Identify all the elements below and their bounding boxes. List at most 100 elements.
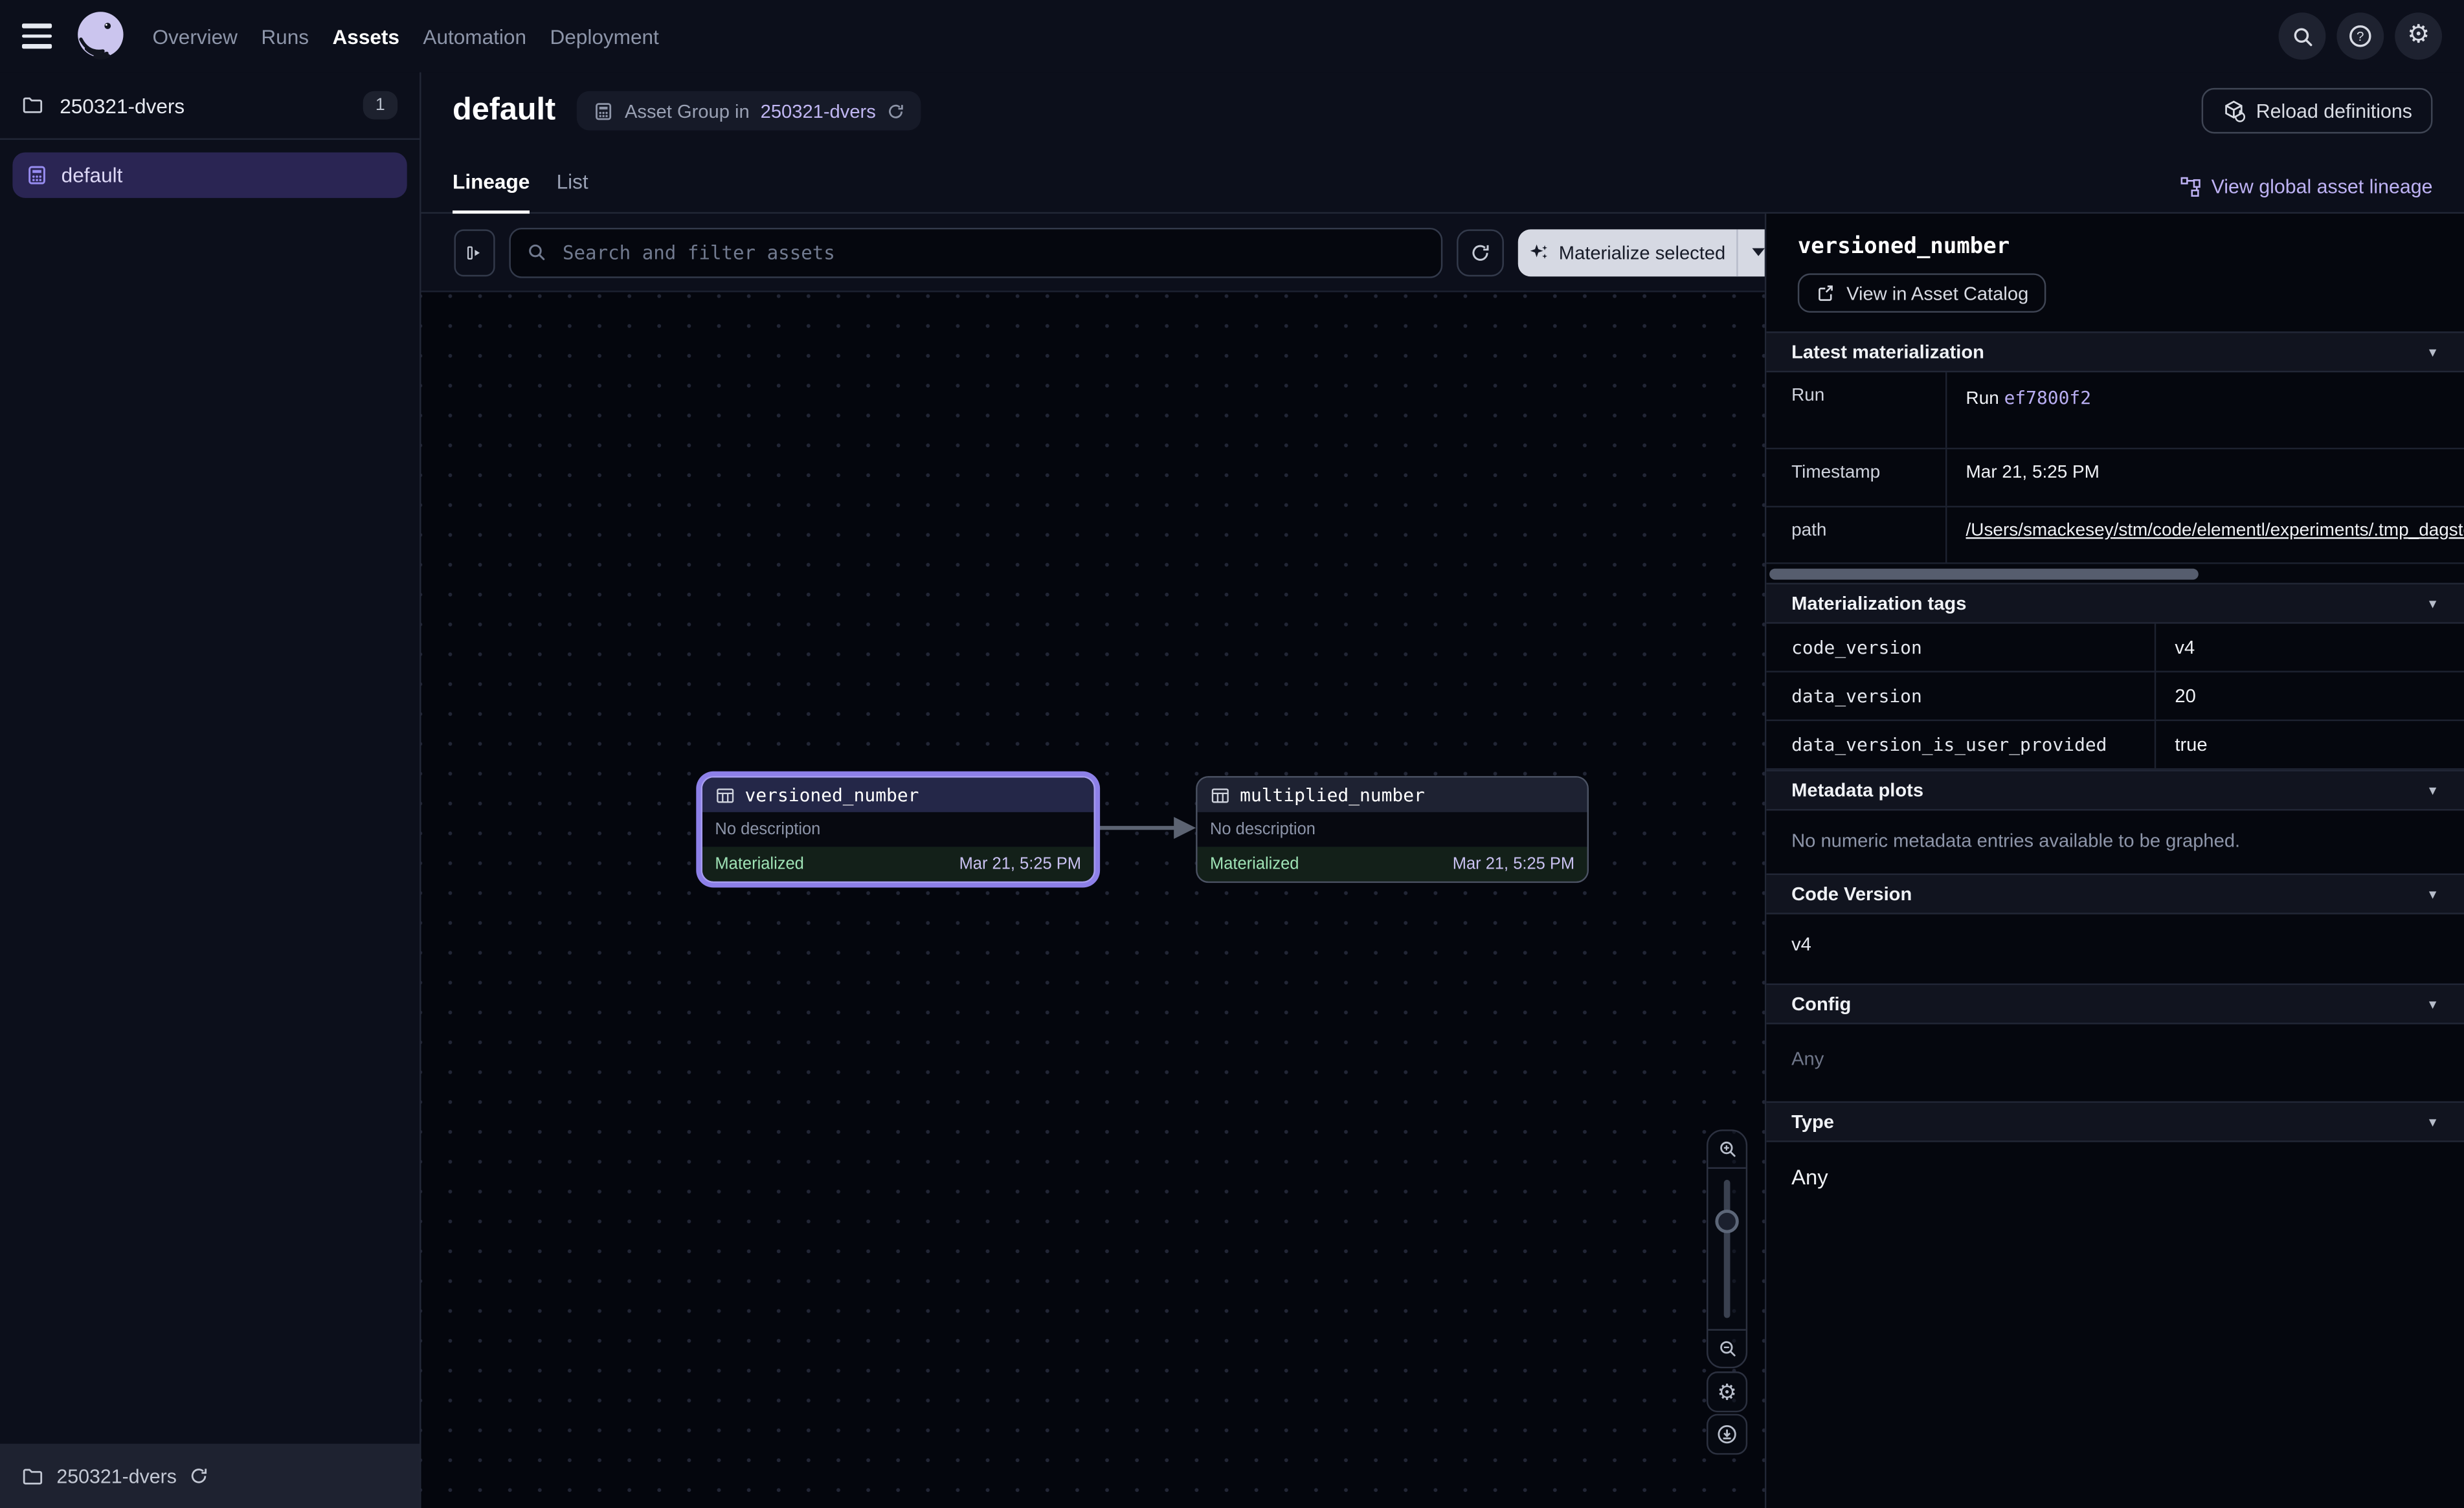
asset-node-name: multiplied_number bbox=[1240, 784, 1425, 806]
sidebar-repo-row[interactable]: 250321-dvers 1 bbox=[0, 72, 420, 140]
panel-expand-icon bbox=[465, 241, 484, 263]
materialization-timestamp: Mar 21, 5:25 PM bbox=[959, 854, 1081, 873]
section-materialization-tags[interactable]: Materialization tags ▼ bbox=[1766, 583, 2464, 624]
asset-groups-sidebar: 250321-dvers 1 default bbox=[0, 72, 421, 1508]
materialized-status-badge: Materialized bbox=[1210, 854, 1299, 873]
search-button[interactable] bbox=[2279, 12, 2326, 60]
materialize-selected-button[interactable]: Materialize selected bbox=[1518, 228, 1779, 276]
zoom-slider-track[interactable] bbox=[1724, 1180, 1730, 1318]
row-value: Run ef7800f2 bbox=[1947, 372, 2464, 448]
table-row: data_version_is_user_provided true bbox=[1766, 721, 2464, 770]
main-nav-links: Overview Runs Assets Automation Deployme… bbox=[152, 25, 658, 48]
zoom-in-button[interactable] bbox=[1708, 1131, 1745, 1168]
nav-item-assets[interactable]: Assets bbox=[332, 25, 399, 48]
materialize-selected-label: Materialize selected bbox=[1559, 241, 1725, 263]
chevron-down-icon[interactable]: ▼ bbox=[2426, 887, 2439, 901]
gear-icon: ⚙ bbox=[2407, 23, 2430, 49]
lineage-edge-arrow bbox=[1092, 812, 1198, 844]
tab-lineage[interactable]: Lineage bbox=[453, 170, 530, 214]
tag-value: v4 bbox=[2156, 624, 2195, 671]
search-icon bbox=[526, 242, 547, 263]
settings-button[interactable]: ⚙ bbox=[2395, 12, 2442, 60]
zoom-controls bbox=[1707, 1129, 1747, 1368]
lineage-canvas-column: Materialize selected bbox=[421, 214, 1765, 1508]
view-global-asset-lineage-label: View global asset lineage bbox=[2212, 176, 2433, 198]
table-row: path /Users/smackesey/stm/code/elementl/… bbox=[1766, 507, 2464, 564]
nav-right-actions: ? ⚙ bbox=[2279, 12, 2442, 60]
top-nav: Overview Runs Assets Automation Deployme… bbox=[0, 0, 2464, 72]
chevron-down-icon[interactable]: ▼ bbox=[2426, 1114, 2439, 1129]
asset-group-badge: Asset Group in 250321-dvers bbox=[576, 91, 921, 131]
section-latest-materialization[interactable]: Latest materialization ▼ bbox=[1766, 331, 2464, 372]
section-metadata-plots[interactable]: Metadata plots ▼ bbox=[1766, 770, 2464, 810]
sidebar-footer-repo[interactable]: 250321-dvers bbox=[0, 1444, 420, 1508]
section-type[interactable]: Type ▼ bbox=[1766, 1102, 2464, 1142]
tab-list[interactable]: List bbox=[557, 170, 588, 214]
reload-cube-icon bbox=[2221, 99, 2245, 122]
path-link[interactable]: /Users/smackesey/stm/code/elementl/exper… bbox=[1966, 522, 2464, 540]
chevron-down-icon[interactable]: ▼ bbox=[2426, 997, 2439, 1011]
footer-repo-name: 250321-dvers bbox=[56, 1465, 177, 1487]
external-link-icon bbox=[1815, 283, 1836, 304]
tag-key: code_version bbox=[1766, 624, 2156, 671]
help-button[interactable]: ? bbox=[2336, 12, 2384, 60]
asset-group-icon bbox=[592, 100, 614, 122]
asset-group-icon bbox=[25, 163, 49, 186]
reload-definitions-button[interactable]: Reload definitions bbox=[2201, 88, 2433, 133]
asset-search-box[interactable] bbox=[509, 227, 1442, 278]
chevron-down-icon[interactable]: ▼ bbox=[2426, 345, 2439, 359]
dagster-logo[interactable] bbox=[74, 10, 128, 63]
zoom-out-button[interactable] bbox=[1708, 1331, 1745, 1367]
zoom-slider[interactable] bbox=[1708, 1167, 1745, 1330]
dagster-octopus-icon bbox=[74, 10, 128, 63]
materialization-timestamp: Mar 21, 5:25 PM bbox=[1453, 854, 1574, 873]
refresh-icon[interactable] bbox=[887, 102, 906, 120]
nav-item-overview[interactable]: Overview bbox=[152, 25, 238, 48]
graph-settings-button[interactable]: ⚙ bbox=[1707, 1371, 1747, 1412]
nav-item-automation[interactable]: Automation bbox=[423, 25, 526, 48]
sparkle-icon bbox=[1529, 242, 1550, 263]
table-row: code_version v4 bbox=[1766, 624, 2464, 672]
zoom-in-icon bbox=[1717, 1139, 1738, 1160]
asset-node-versioned-number[interactable]: versioned_number No description Material… bbox=[701, 776, 1095, 883]
run-id-link[interactable]: ef7800f2 bbox=[2004, 386, 2091, 408]
main-area: default Asset Group in 250321-dvers bbox=[421, 72, 2464, 1508]
refresh-icon bbox=[1470, 241, 1492, 263]
section-code-version[interactable]: Code Version ▼ bbox=[1766, 874, 2464, 915]
chevron-down-icon[interactable]: ▼ bbox=[2426, 596, 2439, 610]
view-global-asset-lineage-link[interactable]: View global asset lineage bbox=[2180, 176, 2432, 212]
section-config[interactable]: Config ▼ bbox=[1766, 983, 2464, 1024]
svg-text:?: ? bbox=[2357, 29, 2364, 44]
metadata-plots-empty-message: No numeric metadata entries available to… bbox=[1766, 810, 2464, 873]
asset-node-description: No description bbox=[1198, 812, 1587, 847]
lineage-graph-canvas[interactable]: versioned_number No description Material… bbox=[421, 291, 1765, 1508]
tabs-row: Lineage List View global asset lineage bbox=[421, 150, 2464, 214]
nav-item-runs[interactable]: Runs bbox=[261, 25, 309, 48]
page-title: default bbox=[453, 93, 555, 129]
recenter-graph-button[interactable] bbox=[1707, 1414, 1747, 1455]
search-input[interactable] bbox=[559, 239, 1425, 265]
badge-repo-link[interactable]: 250321-dvers bbox=[761, 100, 876, 122]
view-in-asset-catalog-button[interactable]: View in Asset Catalog bbox=[1798, 273, 2046, 313]
sidebar-item-default[interactable]: default bbox=[12, 152, 407, 197]
table-row: data_version 20 bbox=[1766, 672, 2464, 721]
asset-node-multiplied-number[interactable]: multiplied_number No description Materia… bbox=[1196, 776, 1589, 883]
menu-icon[interactable] bbox=[22, 24, 52, 49]
table-icon bbox=[1210, 784, 1231, 805]
nav-item-deployment[interactable]: Deployment bbox=[550, 25, 658, 48]
row-label: Timestamp bbox=[1766, 449, 1947, 505]
search-icon bbox=[2290, 25, 2314, 48]
table-row: Timestamp Mar 21, 5:25 PM bbox=[1766, 449, 2464, 507]
refresh-graph-button[interactable] bbox=[1457, 228, 1504, 276]
chevron-down-icon[interactable]: ▼ bbox=[2426, 783, 2439, 797]
row-value: Mar 21, 5:25 PM bbox=[1947, 449, 2464, 505]
row-label: path bbox=[1766, 507, 1947, 562]
expand-sidebar-button[interactable] bbox=[454, 228, 495, 276]
scrollbar-thumb[interactable] bbox=[1769, 568, 2198, 579]
tag-key: data_version bbox=[1766, 672, 2156, 720]
download-center-icon bbox=[1716, 1423, 1738, 1445]
config-value: Any bbox=[1766, 1025, 2464, 1102]
view-in-asset-catalog-label: View in Asset Catalog bbox=[1846, 282, 2028, 304]
refresh-icon[interactable] bbox=[189, 1466, 210, 1487]
zoom-slider-thumb[interactable] bbox=[1715, 1210, 1738, 1233]
